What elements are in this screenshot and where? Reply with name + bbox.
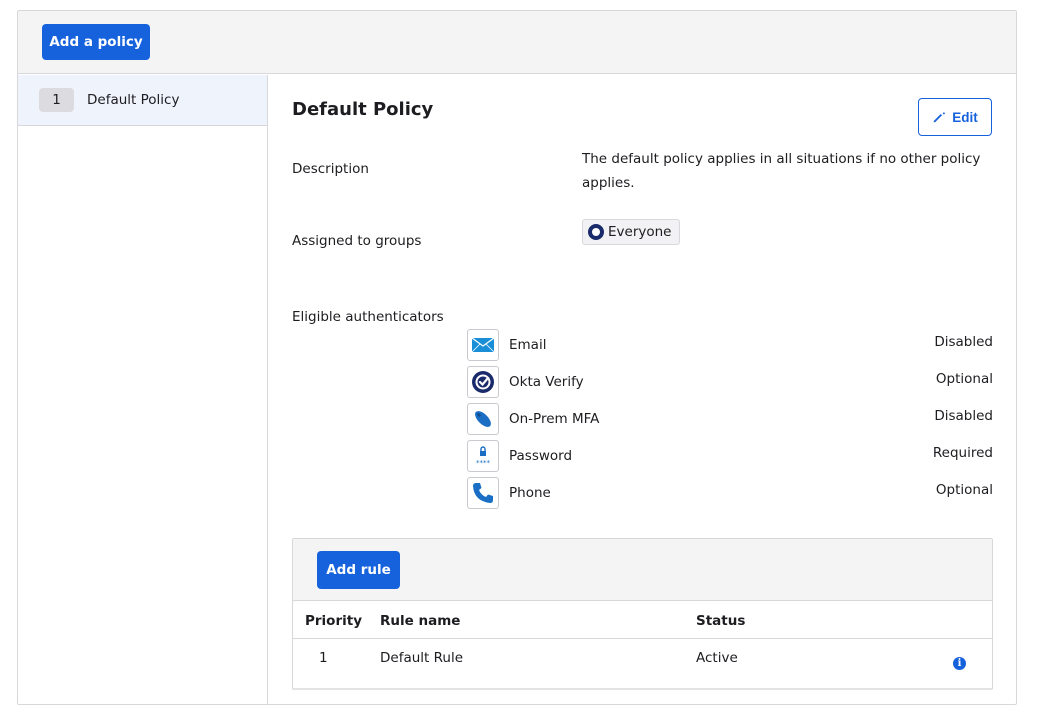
policy-title: Default Policy <box>292 99 434 120</box>
pencil-icon <box>934 112 946 123</box>
authenticator-name: Phone <box>509 485 551 501</box>
email-icon <box>467 329 499 361</box>
group-chip-label: Everyone <box>608 224 672 240</box>
column-header-priority: Priority <box>305 613 362 629</box>
column-header-rule-name: Rule name <box>380 613 461 629</box>
on-prem-mfa-icon <box>467 403 499 435</box>
policy-container: Add a policy 1 Default Policy Default Po… <box>17 10 1017 705</box>
policy-detail: Default Policy Edit Description The defa… <box>269 75 1016 704</box>
authenticator-status: Disabled <box>934 408 993 424</box>
authenticator-name: Okta Verify <box>509 374 584 390</box>
authenticator-row: Okta Verify Optional <box>467 366 993 400</box>
eligible-authenticators-label: Eligible authenticators <box>292 309 444 325</box>
authenticator-status: Optional <box>935 371 993 387</box>
phone-icon <box>467 477 499 509</box>
authenticator-row: On-Prem MFA Disabled <box>467 403 993 437</box>
add-policy-button[interactable]: Add a policy <box>42 24 150 60</box>
rule-priority: 1 <box>319 650 328 666</box>
authenticator-row: **** Password Required <box>467 440 993 474</box>
authenticator-status: Disabled <box>934 334 993 350</box>
add-rule-button[interactable]: Add rule <box>317 551 400 589</box>
priority-badge: 1 <box>39 88 74 112</box>
rules-toolbar: Add rule <box>293 539 992 601</box>
divider <box>293 638 992 639</box>
description-label: Description <box>292 161 369 177</box>
authenticator-row: Email Disabled <box>467 329 993 363</box>
rule-name: Default Rule <box>380 650 464 666</box>
authenticator-name: Password <box>509 448 573 464</box>
assigned-groups-label: Assigned to groups <box>292 233 422 249</box>
group-chip-everyone[interactable]: Everyone <box>582 219 680 245</box>
authenticator-status: Required <box>932 445 993 461</box>
authenticator-row: Phone Optional <box>467 477 993 511</box>
okta-verify-icon <box>467 366 499 398</box>
column-header-status: Status <box>696 613 746 629</box>
password-icon: **** <box>467 440 499 472</box>
policy-list: 1 Default Policy <box>18 75 268 704</box>
policy-list-item[interactable]: 1 Default Policy <box>18 75 267 126</box>
description-value: The default policy applies in all situat… <box>582 151 981 191</box>
rule-status: Active <box>696 650 738 666</box>
group-icon <box>588 224 604 240</box>
edit-button[interactable]: Edit <box>918 98 992 136</box>
authenticator-name: On-Prem MFA <box>509 411 600 427</box>
edit-button-label: Edit <box>952 109 978 125</box>
authenticator-status: Optional <box>935 482 993 498</box>
policy-list-item-label: Default Policy <box>87 92 180 108</box>
policy-toolbar: Add a policy <box>18 11 1016 74</box>
info-icon[interactable]: i <box>953 657 966 670</box>
authenticator-name: Email <box>509 337 547 353</box>
divider <box>293 688 992 690</box>
svg-text:****: **** <box>476 459 491 467</box>
rules-panel: Add rule Priority Rule name Status 1 Def… <box>292 538 993 690</box>
